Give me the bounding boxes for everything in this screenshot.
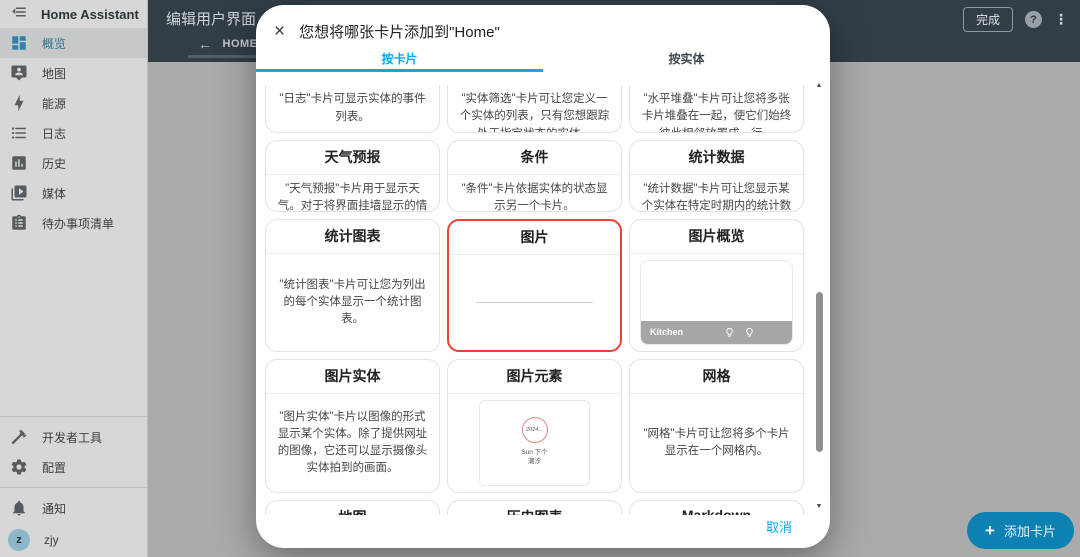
kebab-menu-icon[interactable]: ⋮ (1054, 11, 1068, 28)
card-option-horizontal-stack[interactable]: "水平堆叠"卡片可让您将多张卡片堆叠在一起，使它们始终彼此相邻放置成一行。 (629, 85, 804, 133)
card-option-conditional[interactable]: 条件 "条件"卡片依据实体的状态显示另一个卡片。 (447, 140, 622, 212)
picture-elements-preview: 2024... Sun 下个 潮汐 (479, 400, 590, 486)
sidebar-item-map[interactable]: 地图 (0, 58, 147, 88)
preview-icons (724, 327, 755, 338)
card-picker-scroll-area: "日志"卡片可显示实体的事件列表。 "实体筛选"卡片可让您定义一个实体的列表，只… (256, 72, 830, 515)
card-option-weather-forecast[interactable]: 天气预报 "天气预报"卡片用于显示天气。对于将界面挂墙显示的情况非常有用。 (265, 140, 440, 212)
play-box-icon (10, 184, 28, 202)
dialog-footer: 取消 (256, 515, 830, 548)
card-grid: "日志"卡片可显示实体的事件列表。 "实体筛选"卡片可让您定义一个实体的列表，只… (265, 85, 804, 515)
divider (0, 416, 147, 417)
sidebar-item-settings[interactable]: 配置 (0, 452, 147, 482)
bell-icon (10, 499, 28, 517)
card-option-entity-filter[interactable]: "实体筛选"卡片可让您定义一个实体的列表，只有您想跟踪处于指定状态的实体。 (447, 85, 622, 133)
scroll-down-icon[interactable]: ▼ (812, 503, 826, 510)
close-icon[interactable]: × (274, 22, 285, 41)
state-caption: Sun 下个 潮汐 (521, 449, 548, 466)
lightbulb-icon (725, 327, 733, 337)
app-title: Home Assistant (41, 6, 139, 22)
card-option-map[interactable]: 地图 (265, 500, 440, 515)
gear-icon (10, 458, 28, 476)
preview-room-label: Kitchen (650, 326, 684, 337)
preview-caption-bar: Kitchen (641, 321, 792, 344)
list-bulleted-icon (10, 124, 28, 142)
sidebar-header: Home Assistant (0, 0, 147, 28)
tab-by-entity[interactable]: 按实体 (543, 48, 830, 72)
divider (0, 487, 147, 488)
card-option-picture-glance[interactable]: 图片概览 Kitchen (629, 219, 804, 352)
card-option-statistics-graph[interactable]: 统计图表 "统计图表"卡片可让您为列出的每个实体显示一个统计图表。 (265, 219, 440, 352)
card-option-grid[interactable]: 网格 "网格"卡片可让您将多个卡片显示在一个网格内。 (629, 359, 804, 493)
dialog-title: 您想将哪张卡片添加到"Home" (299, 24, 500, 41)
view-dashboard-icon (10, 34, 28, 52)
sidebar-item-user[interactable]: z zjy (0, 523, 147, 557)
topbar-actions: 完成 ? ⋮ (962, 7, 1068, 32)
lightbulb-icon (745, 327, 753, 337)
dialog-scrollbar: ▲ ▼ (812, 80, 826, 510)
sidebar-item-overview[interactable]: 概览 (0, 28, 147, 58)
tooltip-account-icon (10, 64, 28, 82)
sidebar-item-developer-tools[interactable]: 开发者工具 (0, 422, 147, 452)
card-option-picture-highlighted[interactable]: 图片 (447, 219, 622, 352)
avatar: z (8, 529, 30, 551)
picture-glance-preview: Kitchen (640, 260, 793, 345)
sidebar-item-logbook[interactable]: 日志 (0, 118, 147, 148)
chart-box-icon (10, 154, 28, 172)
card-option-history-graph[interactable]: 历史图表 (447, 500, 622, 515)
sidebar-item-history[interactable]: 历史 (0, 148, 147, 178)
screen: 编辑用户界面 ← HOME ✎ 完成 ? ⋮ Home Assistant 概览… (0, 0, 1080, 557)
user-name: zjy (44, 533, 59, 547)
cancel-button[interactable]: 取消 (766, 517, 792, 536)
tab-home[interactable]: HOME (223, 38, 258, 50)
sidebar-item-notifications[interactable]: 通知 (0, 493, 147, 523)
dialog-tabs: 按卡片 按实体 (256, 48, 830, 72)
preview-image (641, 261, 792, 321)
state-badge: 2024... (521, 417, 548, 443)
plus-icon: + (985, 520, 995, 540)
sidebar-item-todo[interactable]: 待办事项清单 (0, 208, 147, 238)
card-option-statistic[interactable]: 统计数据 "统计数据"卡片可让您显示某个实体在特定时期内的统计数值。 (629, 140, 804, 212)
help-icon[interactable]: ? (1025, 11, 1042, 28)
sidebar: Home Assistant 概览 地图 能源 日志 历史 媒体 待办事项清单 (0, 0, 148, 557)
page-title: 编辑用户界面 (166, 11, 257, 28)
broken-image-placeholder (475, 302, 594, 303)
clipboard-list-icon (10, 214, 28, 232)
done-button[interactable]: 完成 (962, 7, 1013, 32)
hammer-icon (10, 428, 28, 446)
card-option-logbook[interactable]: "日志"卡片可显示实体的事件列表。 (265, 85, 440, 133)
back-arrow-icon[interactable]: ← (198, 36, 213, 52)
active-tab-indicator (188, 55, 260, 58)
card-option-picture-elements[interactable]: 图片元素 2024... Sun 下个 潮汐 (447, 359, 622, 493)
scrollbar-thumb[interactable] (816, 292, 823, 452)
sidebar-item-energy[interactable]: 能源 (0, 88, 147, 118)
add-card-button[interactable]: + 添加卡片 (967, 512, 1074, 549)
dialog-header: × 您想将哪张卡片添加到"Home" (256, 5, 830, 48)
lightning-bolt-icon (10, 94, 28, 112)
menu-icon[interactable] (10, 3, 28, 26)
scroll-up-icon[interactable]: ▲ (812, 82, 826, 89)
add-card-dialog: × 您想将哪张卡片添加到"Home" 按卡片 按实体 "日志"卡片可显示实体的事… (256, 5, 830, 548)
card-option-picture-entity[interactable]: 图片实体 "图片实体"卡片以图像的形式显示某个实体。除了提供网址的图像，它还可以… (265, 359, 440, 493)
sidebar-item-media[interactable]: 媒体 (0, 178, 147, 208)
card-option-markdown[interactable]: Markdown (629, 500, 804, 515)
